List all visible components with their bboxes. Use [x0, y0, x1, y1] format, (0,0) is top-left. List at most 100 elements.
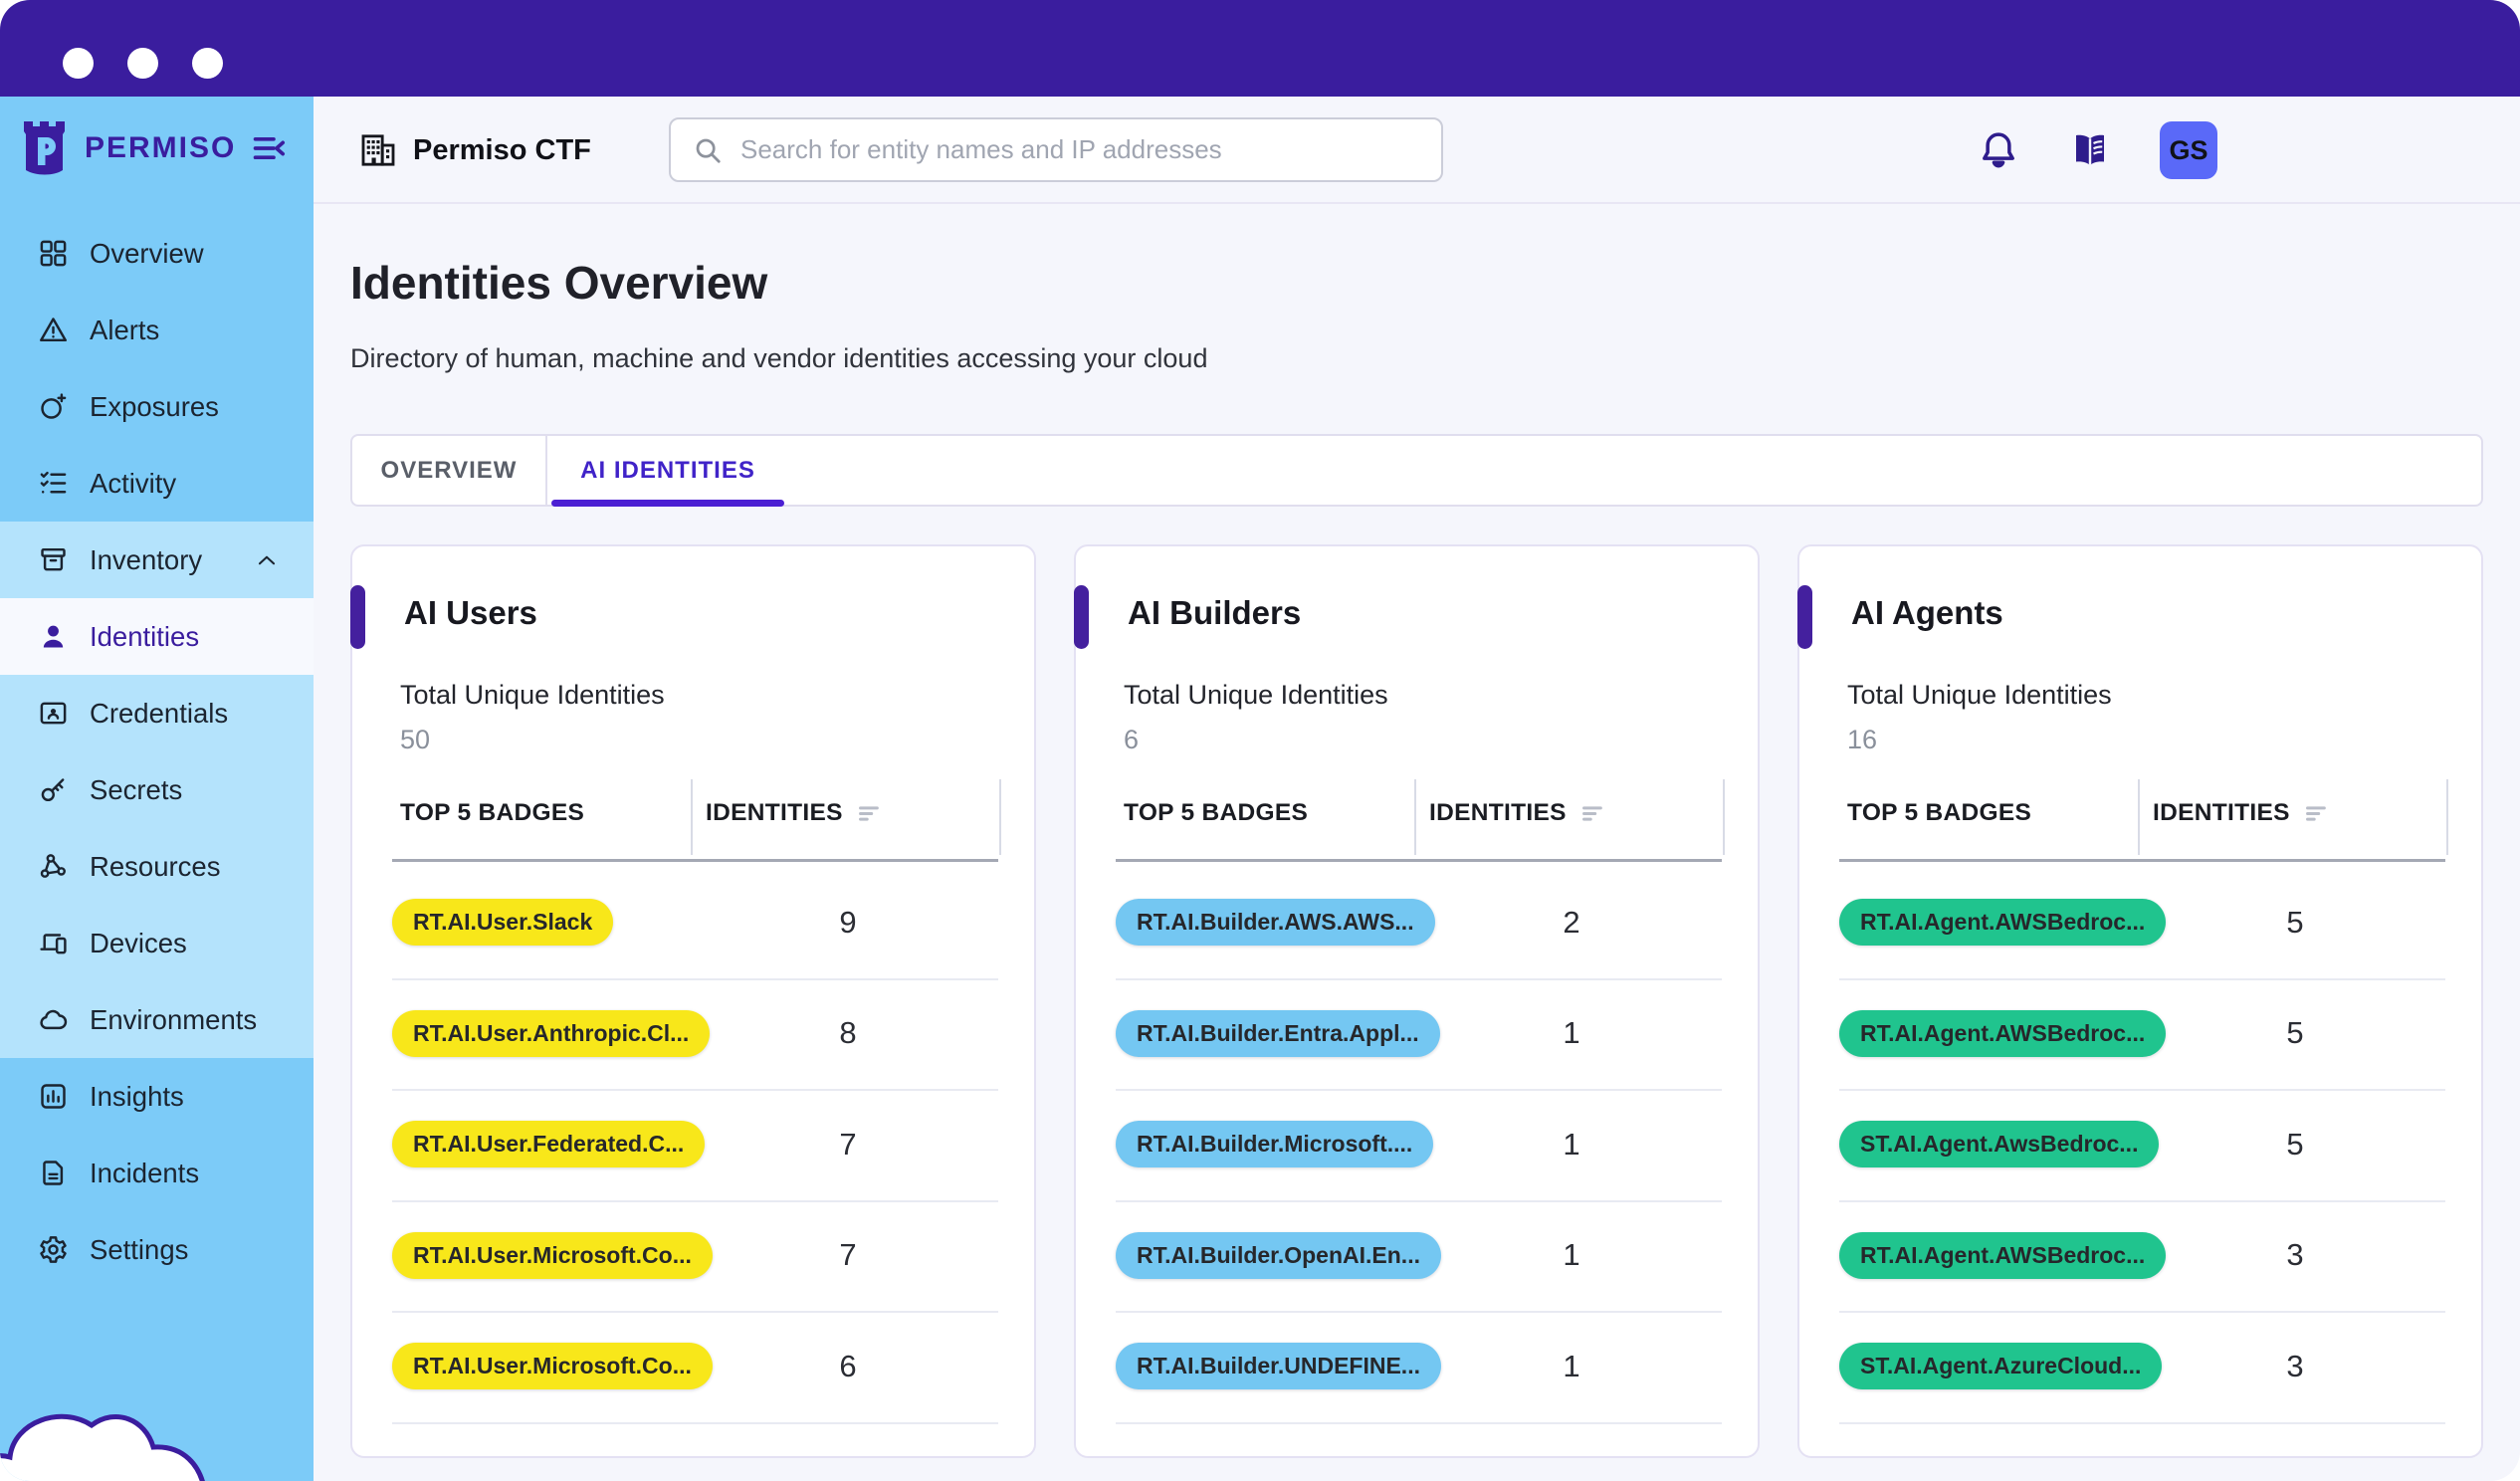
column-header-identities[interactable]: IDENTITIES: [706, 799, 883, 827]
table-row: RT.AI.Builder.OpenAI.En... 1: [1076, 1200, 1762, 1311]
badge-chip[interactable]: RT.AI.User.Microsoft.Co...: [392, 1343, 713, 1389]
total-identities-label: Total Unique Identities: [1847, 680, 2112, 711]
permiso-logo-icon: [22, 119, 68, 177]
sort-descending-icon[interactable]: [1579, 800, 1606, 827]
column-divider: [2138, 779, 2140, 855]
window-titlebar: [0, 0, 2520, 97]
window-control-dot[interactable]: [63, 48, 94, 79]
card-accent-bar: [1797, 585, 1812, 649]
sidebar-item-inventory[interactable]: Inventory: [0, 522, 314, 598]
table-row: RT.AI.User.Slack9: [352, 867, 1038, 977]
sidebar-item-resources[interactable]: Resources: [0, 828, 314, 905]
badge-chip[interactable]: RT.AI.User.Microsoft.Co...: [392, 1232, 713, 1279]
org-name[interactable]: Permiso CTF: [413, 134, 591, 167]
search-input[interactable]: [738, 133, 1441, 166]
sidebar-item-credentials[interactable]: Credentials: [0, 675, 314, 751]
badge-chip[interactable]: RT.AI.Agent.AWSBedroc...: [1839, 899, 2166, 946]
collapse-sidebar-icon[interactable]: [252, 131, 286, 165]
table-row: ST.AI.Agent.AzureCloud... 3: [1799, 1311, 2485, 1421]
badge-chip[interactable]: RT.AI.Agent.AWSBedroc...: [1839, 1232, 2166, 1279]
sidebar-item-incidents[interactable]: Incidents: [0, 1135, 314, 1211]
alerts-icon: [38, 315, 69, 345]
column-header-identities-label: IDENTITIES: [1429, 799, 1567, 827]
identities-count: 7: [788, 1127, 908, 1163]
table-row: RT.AI.User.Microsoft.Co...6: [352, 1311, 1038, 1421]
sidebar-item-alerts[interactable]: Alerts: [0, 292, 314, 368]
settings-icon: [38, 1234, 69, 1265]
window-control-dot[interactable]: [192, 48, 223, 79]
app-window: PERMISO OverviewAlertsExposuresActivityI…: [0, 0, 2520, 1481]
tab-bar: OVERVIEW AI IDENTITIES: [350, 434, 2483, 507]
identities-count: 2: [1512, 905, 1631, 941]
sort-descending-icon[interactable]: [856, 800, 883, 827]
identities-count: 3: [2235, 1349, 2355, 1384]
window-control-dot[interactable]: [127, 48, 158, 79]
user-avatar[interactable]: GS: [2160, 121, 2217, 179]
column-header-badges: TOP 5 BADGES: [1847, 799, 2031, 827]
table-row: RT.AI.Builder.Microsoft.... 1: [1076, 1089, 1762, 1199]
card-accent-bar: [350, 585, 365, 649]
column-header-identities[interactable]: IDENTITIES: [2153, 799, 2330, 827]
search-bar: [669, 117, 1443, 182]
sidebar-item-overview[interactable]: Overview: [0, 215, 314, 292]
row-divider: [1116, 1422, 1722, 1424]
badge-chip[interactable]: ST.AI.Agent.AzureCloud...: [1839, 1343, 2162, 1389]
sidebar-item-devices[interactable]: Devices: [0, 905, 314, 981]
identities-count: 5: [2235, 1127, 2355, 1163]
badge-chip[interactable]: RT.AI.User.Federated.C...: [392, 1121, 705, 1167]
sidebar-item-secrets[interactable]: Secrets: [0, 751, 314, 828]
badge-chip[interactable]: RT.AI.Builder.Microsoft....: [1116, 1121, 1433, 1167]
tab-overview[interactable]: OVERVIEW: [352, 436, 547, 505]
sidebar-item-label: Devices: [90, 928, 187, 959]
table-row: RT.AI.Builder.Entra.Appl... 1: [1076, 978, 1762, 1089]
badge-chip[interactable]: RT.AI.Builder.Entra.Appl...: [1116, 1010, 1440, 1057]
badge-chip[interactable]: ST.AI.Agent.AwsBedroc...: [1839, 1121, 2159, 1167]
inventory-group: InventoryIdentitiesCredentialsSecrets Res…: [0, 522, 314, 1058]
card-accent-bar: [1074, 585, 1089, 649]
sidebar-item-identities[interactable]: Identities: [0, 598, 314, 675]
badge-chip[interactable]: RT.AI.Builder.OpenAI.En...: [1116, 1232, 1441, 1279]
table-row: ST.AI.Agent.AwsBedroc... 5: [1799, 1089, 2485, 1199]
tab-ai-identities[interactable]: AI IDENTITIES: [547, 436, 788, 505]
sidebar-item-environments[interactable]: Environments: [0, 981, 314, 1058]
table-row: RT.AI.Agent.AWSBedroc...5: [1799, 867, 2485, 977]
resources-icon: [38, 851, 69, 882]
table-row: RT.AI.User.Anthropic.Cl...8: [352, 978, 1038, 1089]
identities-count: 3: [2235, 1237, 2355, 1273]
table-row: RT.AI.User.Federated.C... 7: [352, 1089, 1038, 1199]
sidebar-item-label: Insights: [90, 1081, 184, 1113]
column-divider: [1414, 779, 1416, 855]
main-content: Identities Overview Directory of human, …: [314, 204, 2520, 1481]
sidebar-item-settings[interactable]: Settings: [0, 1211, 314, 1288]
column-divider: [999, 779, 1001, 855]
sidebar-item-activity[interactable]: Activity: [0, 445, 314, 522]
table-row: RT.AI.Builder.AWS.AWS... 2: [1076, 867, 1762, 977]
brand-name: PERMISO: [85, 131, 252, 165]
column-divider: [2446, 779, 2448, 855]
sort-descending-icon[interactable]: [2303, 800, 2330, 827]
identities-count: 1: [1512, 1015, 1631, 1051]
column-divider: [1723, 779, 1725, 855]
documentation-book-icon[interactable]: [2069, 129, 2111, 171]
identities-count: 1: [1512, 1237, 1631, 1273]
sidebar-item-exposures[interactable]: Exposures: [0, 368, 314, 445]
card-title: AI Agents: [1851, 594, 2003, 632]
notifications-bell-icon[interactable]: [1978, 128, 2019, 170]
total-identities-label: Total Unique Identities: [400, 680, 665, 711]
badge-chip[interactable]: RT.AI.User.Anthropic.Cl...: [392, 1010, 710, 1057]
badge-chip[interactable]: RT.AI.Agent.AWSBedroc...: [1839, 1010, 2166, 1057]
sidebar-item-insights[interactable]: Insights: [0, 1058, 314, 1135]
badge-chip[interactable]: RT.AI.User.Slack: [392, 899, 613, 946]
cards-row: AI UsersTotal Unique Identities50TOP 5 B…: [350, 544, 2483, 1458]
column-header-identities[interactable]: IDENTITIES: [1429, 799, 1606, 827]
identities-count: 1: [1512, 1127, 1631, 1163]
devices-icon: [38, 928, 69, 958]
row-divider: [392, 1422, 998, 1424]
column-header-badges: TOP 5 BADGES: [1124, 799, 1308, 827]
sidebar-item-label: Settings: [90, 1234, 188, 1266]
identities-icon: [38, 621, 69, 652]
badge-chip[interactable]: RT.AI.Builder.AWS.AWS...: [1116, 899, 1435, 946]
sidebar-item-label: Resources: [90, 851, 220, 883]
badge-chip[interactable]: RT.AI.Builder.UNDEFINE...: [1116, 1343, 1441, 1389]
sidebar-nav: OverviewAlertsExposuresActivityInventory…: [0, 200, 314, 1288]
